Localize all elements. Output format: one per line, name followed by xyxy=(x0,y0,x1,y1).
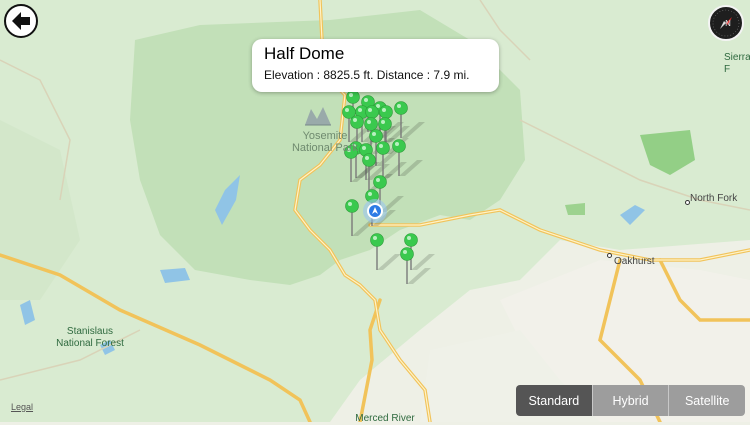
callout-title: Half Dome xyxy=(264,44,345,63)
north-fork-label: North Fork xyxy=(690,193,738,204)
user-location-icon xyxy=(363,199,387,223)
compass-icon: N xyxy=(712,9,740,37)
sierra-forest-label: Sierra F xyxy=(724,52,750,75)
compass-button[interactable]: N xyxy=(708,5,744,41)
north-fork-dot xyxy=(685,200,690,205)
back-button[interactable] xyxy=(4,4,38,38)
map-type-segmented-control: Standard Hybrid Satellite xyxy=(516,385,745,416)
map-type-satellite[interactable]: Satellite xyxy=(668,385,745,416)
national-park-label: Yosemite National Park xyxy=(291,130,359,154)
location-callout[interactable]: Half Dome Elevation : 8825.5 ft. Distanc… xyxy=(252,39,499,92)
map-type-hybrid[interactable]: Hybrid xyxy=(591,385,669,416)
callout-subtitle: Elevation : 8825.5 ft. Distance : 7.9 mi… xyxy=(264,68,470,82)
oakhurst-dot xyxy=(607,253,612,258)
oakhurst-label: Oakhurst xyxy=(614,256,655,267)
merced-river-label: Merced River xyxy=(355,413,415,424)
stanislaus-forest-label: Stanislaus National Forest xyxy=(56,326,124,349)
map-type-standard[interactable]: Standard xyxy=(516,385,592,416)
legal-link[interactable]: Legal xyxy=(11,402,33,412)
back-arrow-icon xyxy=(12,12,30,30)
svg-text:N: N xyxy=(725,19,731,28)
